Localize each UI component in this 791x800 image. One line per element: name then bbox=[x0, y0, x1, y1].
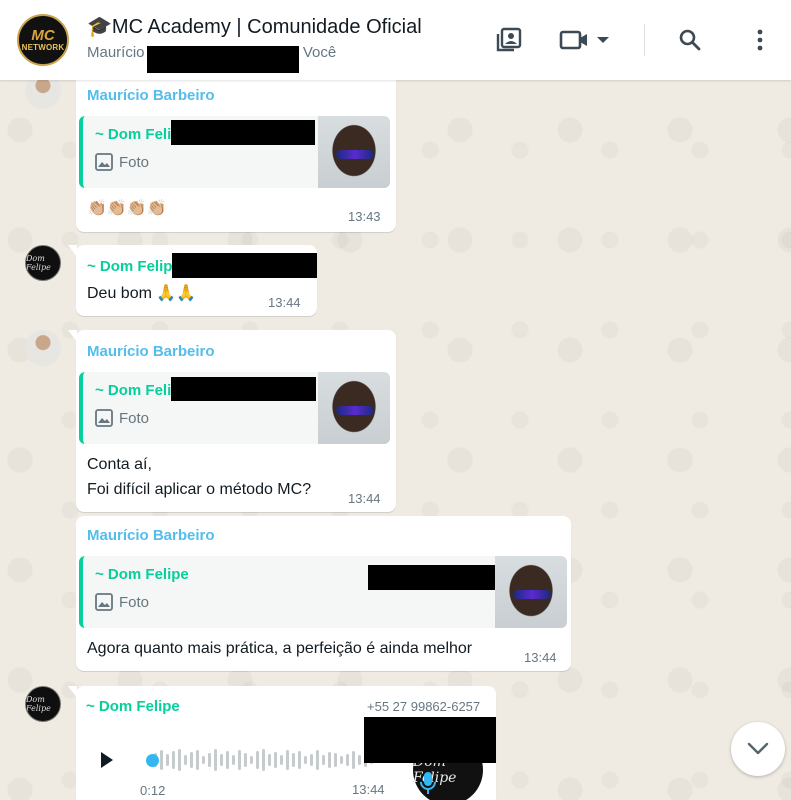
message-time: 13:44 bbox=[524, 650, 557, 665]
message-sender[interactable]: ~ Dom Felipe bbox=[86, 698, 180, 715]
search-icon[interactable] bbox=[674, 24, 706, 56]
quoted-photo-thumbnail bbox=[318, 116, 390, 188]
chat-header: MC NETWORK 🎓MC Academy | Comunidade Ofic… bbox=[0, 0, 791, 80]
audio-duration: 0:12 bbox=[140, 783, 166, 798]
avatar-label: Dom Felipe bbox=[26, 695, 51, 713]
photo-icon bbox=[95, 153, 113, 171]
redaction-box bbox=[172, 253, 317, 278]
microphone-icon bbox=[419, 771, 437, 794]
group-avatar[interactable]: MC NETWORK bbox=[17, 14, 69, 66]
chevron-down-icon bbox=[747, 742, 769, 755]
redaction-box bbox=[171, 120, 315, 145]
message-text: Deu bom 🙏🙏 bbox=[87, 285, 197, 302]
message-bubble[interactable]: Maurício Barbeiro ~ Dom Feli Foto Conta … bbox=[68, 330, 396, 512]
quoted-type-label: Foto bbox=[119, 153, 150, 171]
quoted-photo-thumbnail bbox=[495, 556, 567, 628]
redaction-box bbox=[171, 377, 316, 401]
group-media-icon[interactable] bbox=[493, 24, 525, 56]
audio-waveform[interactable] bbox=[148, 749, 373, 771]
header-divider bbox=[644, 24, 645, 56]
redaction-box bbox=[147, 46, 299, 73]
photo-icon bbox=[95, 409, 113, 427]
group-logo-network: NETWORK bbox=[21, 42, 65, 52]
audio-progress-handle[interactable] bbox=[146, 754, 159, 767]
message-time: 13:44 bbox=[348, 491, 381, 506]
avatar-dom-felipe[interactable]: Dom Felipe bbox=[25, 245, 61, 281]
message-text: Agora quanto mais prática, a perfeição é… bbox=[87, 640, 473, 657]
avatar-mauricio[interactable] bbox=[25, 330, 61, 366]
group-title[interactable]: 🎓MC Academy | Comunidade Oficial bbox=[87, 14, 422, 39]
redaction-box bbox=[364, 717, 496, 763]
message-sender[interactable]: Maurício Barbeiro bbox=[87, 343, 215, 360]
avatar-label: Dom Felipe bbox=[26, 254, 51, 272]
quoted-type-label: Foto bbox=[119, 593, 150, 611]
message-sender[interactable]: Maurício Barbeiro bbox=[87, 527, 215, 544]
message-bubble[interactable]: Maurício Barbeiro ~ Dom Felipe Foto Agor… bbox=[76, 516, 571, 671]
photo-icon bbox=[95, 593, 113, 611]
quoted-type: Foto bbox=[95, 153, 149, 171]
participants-end: , Você bbox=[294, 44, 337, 61]
quoted-photo-thumbnail bbox=[318, 372, 390, 444]
message-bubble[interactable]: Maurício Barbeiro ~ Dom Feli Foto 👏🏼👏🏼👏🏼… bbox=[76, 72, 396, 232]
quoted-sender: ~ Dom Feli bbox=[95, 126, 172, 143]
scroll-to-bottom-button[interactable] bbox=[731, 722, 785, 776]
message-time: 13:43 bbox=[348, 209, 381, 224]
more-options-icon[interactable] bbox=[744, 24, 776, 56]
avatar-dom-felipe[interactable]: Dom Felipe bbox=[25, 686, 61, 722]
message-text-line1: Conta aí, bbox=[87, 456, 152, 473]
quoted-type-label: Foto bbox=[119, 409, 150, 427]
message-time: 13:44 bbox=[268, 295, 301, 310]
message-sender[interactable]: ~ Dom Felip bbox=[87, 258, 172, 275]
message-text: 👏🏼👏🏼👏🏼👏🏼 bbox=[87, 200, 167, 217]
video-call-icon[interactable] bbox=[556, 24, 592, 56]
message-time: 13:44 bbox=[352, 782, 385, 797]
quoted-sender: ~ Dom Feli bbox=[95, 382, 172, 399]
quoted-type: Foto bbox=[95, 409, 149, 427]
quoted-type: Foto bbox=[95, 593, 149, 611]
redaction-box bbox=[368, 565, 495, 590]
message-sender[interactable]: Maurício Barbeiro bbox=[87, 87, 215, 104]
participants-start: Maurício bbox=[87, 44, 145, 61]
group-logo-mc: MC bbox=[31, 26, 55, 44]
chevron-down-icon[interactable] bbox=[590, 24, 616, 56]
message-text-line2: Foi difícil aplicar o método MC? bbox=[87, 481, 312, 498]
sender-phone: +55 27 99862-6257 bbox=[367, 699, 481, 714]
play-icon[interactable] bbox=[94, 748, 118, 772]
quoted-sender: ~ Dom Felipe bbox=[95, 566, 189, 583]
